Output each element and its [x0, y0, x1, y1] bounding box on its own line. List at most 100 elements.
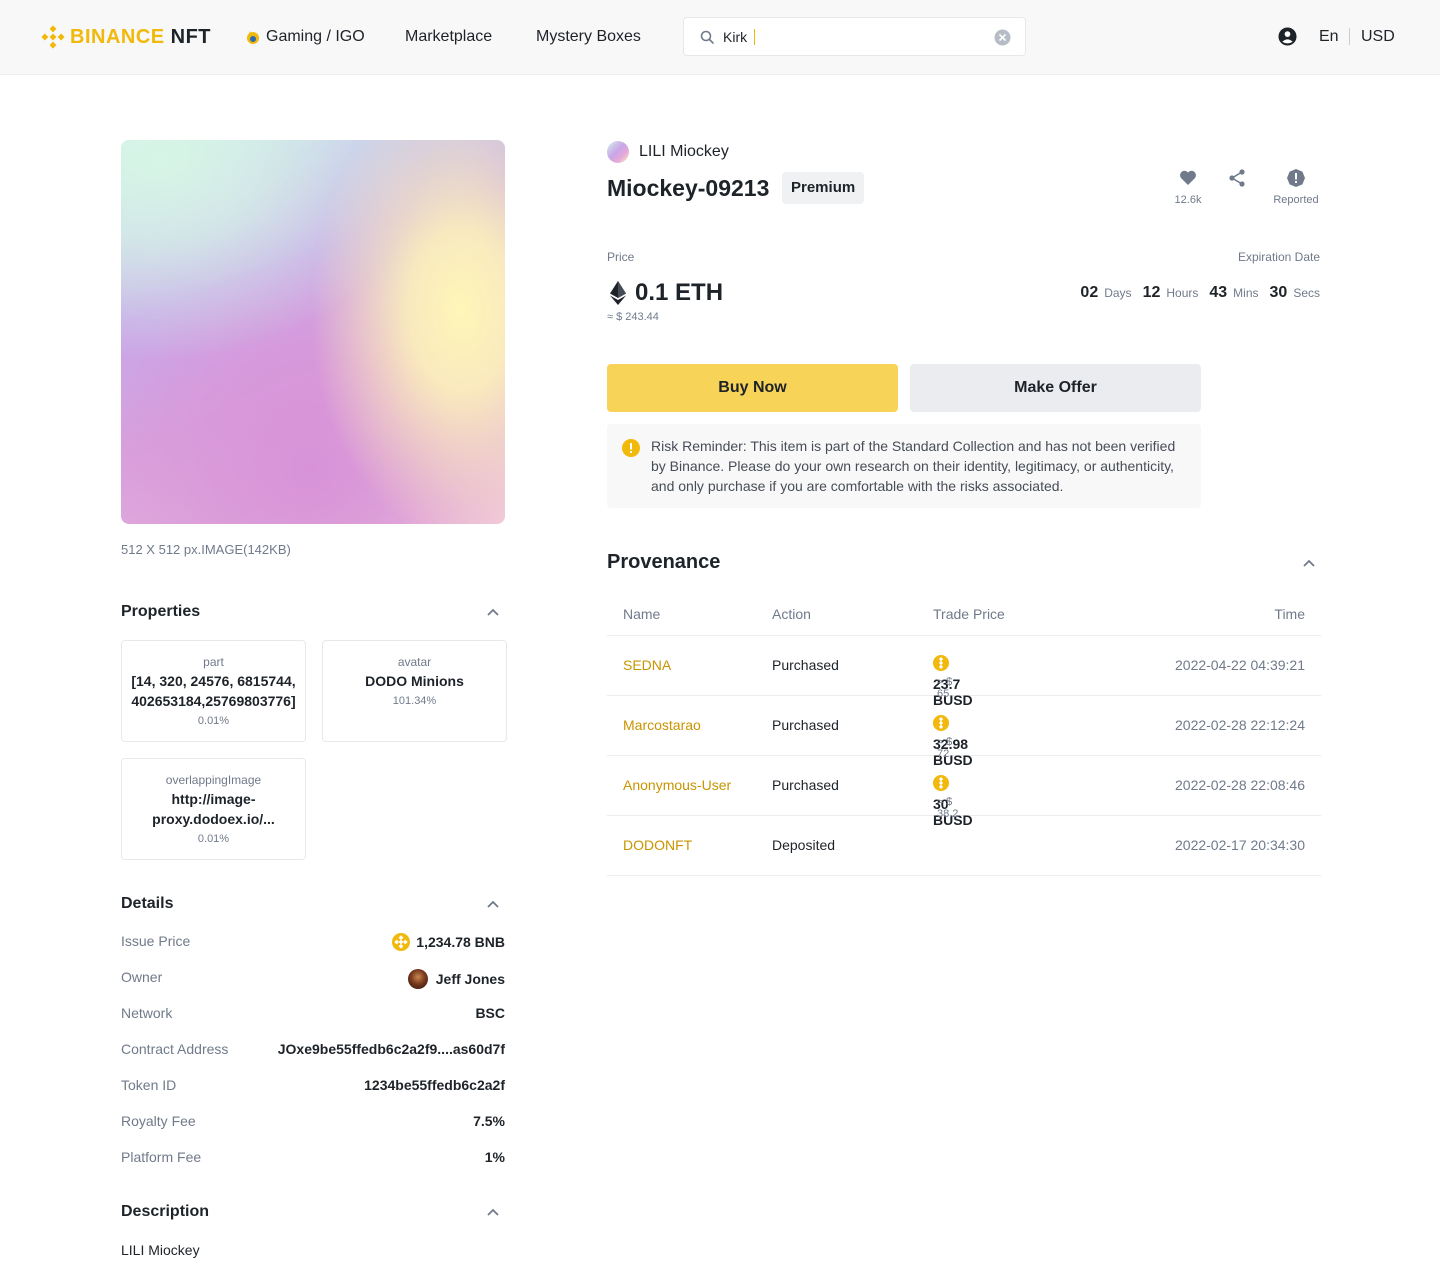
user-icon[interactable]: [1278, 27, 1297, 46]
detail-value: BSC: [475, 1005, 505, 1021]
property-label: avatar: [397, 655, 432, 669]
price: 0.1 ETH: [607, 279, 723, 307]
busd-coin-icon: [933, 655, 949, 671]
description-title: Description: [121, 1203, 210, 1220]
countdown-secs: 30: [1269, 284, 1288, 301]
row-price: 32.98 BUSD ≈ $ 72: [933, 715, 973, 768]
property-card-part[interactable]: part [14, 320, 24576, 6815744, 402653184…: [121, 640, 306, 742]
row-action: Deposited: [772, 837, 836, 853]
property-card-avatar[interactable]: avatar DODO Minions 101.34%: [322, 640, 507, 742]
price-value: 0.1 ETH: [635, 279, 724, 306]
detail-label: Network: [121, 1005, 173, 1021]
row-action: Purchased: [772, 777, 839, 793]
property-value: DODO Minions: [365, 673, 464, 689]
countdown-hours: 12: [1142, 284, 1161, 301]
property-value: [14, 320, 24576, 6815744, 402653184,2576…: [131, 673, 296, 709]
busd-coin-icon: [933, 715, 949, 731]
report-button[interactable]: Reported: [1268, 168, 1324, 206]
collection-name: LILI Miockey: [639, 143, 729, 160]
collection-link[interactable]: LILI Miockey: [607, 141, 729, 163]
provenance-table: Name Action Trade Price Time SEDNA Purch…: [607, 594, 1321, 876]
property-rarity: 101.34%: [392, 695, 437, 707]
like-count: 12.6k: [1174, 194, 1202, 206]
details-title: Details: [121, 895, 174, 912]
countdown-unit: Hours: [1166, 286, 1199, 300]
search-box: [683, 17, 1026, 56]
property-value: http://image-proxy.dodoex.io/...: [152, 791, 275, 827]
row-action: Purchased: [772, 657, 839, 673]
detail-value[interactable]: JOxe9be55ffedb6c2a2f9....as60d7f: [278, 1041, 505, 1057]
share-icon: [1229, 169, 1245, 187]
row-user-link[interactable]: SEDNA: [623, 657, 671, 673]
binance-logo-icon: [41, 25, 65, 49]
make-offer-button[interactable]: Make Offer: [910, 364, 1201, 412]
description-text: LILI Miockey: [121, 1242, 200, 1258]
detail-label: Contract Address: [121, 1041, 229, 1057]
detail-value: 7.5%: [473, 1113, 505, 1129]
nft-title: Miockey-09213: [607, 175, 770, 201]
property-label: part: [203, 655, 224, 669]
nav-mystery-boxes[interactable]: Mystery Boxes: [536, 26, 641, 48]
row-user-link[interactable]: DODONFT: [623, 837, 692, 853]
detail-value: 1234be55ffedb6c2a2f: [364, 1077, 505, 1093]
clear-icon[interactable]: [994, 29, 1011, 46]
countdown-unit: Days: [1104, 286, 1132, 300]
property-rarity: 0.01%: [197, 833, 230, 845]
price-label: Price: [607, 250, 635, 264]
currency-selector[interactable]: USD: [1361, 28, 1395, 46]
logo-nft-text: NFT: [170, 25, 212, 48]
row-user-link[interactable]: Marcostarao: [623, 717, 701, 733]
row-user-link[interactable]: Anonymous-User: [623, 777, 731, 793]
share-button[interactable]: [1226, 168, 1248, 194]
column-header-name: Name: [623, 606, 661, 622]
detail-label: Issue Price: [121, 933, 191, 949]
countdown-unit: Secs: [1293, 286, 1320, 300]
risk-reminder: Risk Reminder: This item is part of the …: [607, 424, 1201, 508]
detail-value: 1%: [484, 1149, 505, 1165]
expiration-label: Expiration Date: [1237, 250, 1320, 264]
table-row: Anonymous-User Purchased 30 BUSD ≈ $ 38.…: [607, 756, 1321, 828]
nav-gaming-igo[interactable]: Gaming / IGO: [245, 26, 365, 48]
row-price: 23.7 BUSD ≈ $ 65: [933, 655, 973, 708]
detail-row-owner: Owner Jeff Jones: [121, 969, 505, 989]
chevron-up-icon[interactable]: [1303, 559, 1315, 567]
detail-label: Royalty Fee: [121, 1113, 196, 1129]
detail-row-platform-fee: Platform Fee 1%: [121, 1149, 505, 1169]
logo-brand-text: BINANCE: [70, 25, 165, 48]
chevron-up-icon[interactable]: [487, 608, 499, 616]
countdown-mins: 43: [1209, 284, 1228, 301]
table-row: DODONFT Deposited 2022-02-17 20:34:30: [607, 816, 1321, 876]
chevron-up-icon[interactable]: [487, 900, 499, 908]
language-selector[interactable]: En: [1319, 28, 1339, 46]
like-button[interactable]: 12.6k: [1170, 168, 1206, 206]
buy-now-button[interactable]: Buy Now: [607, 364, 898, 412]
property-label: overlappingImage: [165, 773, 262, 787]
search-input[interactable]: [723, 28, 985, 45]
fire-icon: [247, 31, 259, 44]
top-nav-bar: BINANCE NFT Gaming / IGO Marketplace Myst…: [0, 0, 1440, 75]
detail-value: 1,234.78 BNB: [416, 934, 505, 950]
row-action: Purchased: [772, 717, 839, 733]
expiration-countdown: 02 Days 12 Hours 43 Mins 30 Secs: [1080, 284, 1320, 302]
report-icon: [1287, 169, 1305, 187]
risk-text: Risk Reminder: This item is part of the …: [651, 438, 1176, 494]
row-time: 2022-02-28 22:08:46: [1175, 777, 1305, 793]
detail-label: Token ID: [121, 1077, 177, 1093]
nav-marketplace[interactable]: Marketplace: [405, 26, 492, 48]
row-time: 2022-02-28 22:12:24: [1175, 717, 1305, 733]
property-card-overlapping-image[interactable]: overlappingImage http://image-proxy.dodo…: [121, 758, 306, 860]
binance-nft-logo[interactable]: BINANCE NFT: [40, 24, 211, 50]
column-header-action: Action: [772, 606, 811, 622]
search-icon: [700, 30, 714, 44]
column-header-time: Time: [1274, 606, 1305, 622]
countdown-unit: Mins: [1233, 286, 1259, 300]
nft-image[interactable]: [121, 140, 505, 524]
owner-avatar: [407, 969, 428, 989]
table-header: Name Action Trade Price Time: [607, 594, 1321, 636]
chevron-up-icon[interactable]: [487, 1208, 499, 1216]
row-price: 30 BUSD ≈ $ 38.2: [933, 775, 973, 828]
eth-icon: [610, 281, 626, 305]
detail-row-contract-address: Contract Address JOxe9be55ffedb6c2a2f9..…: [121, 1041, 505, 1061]
detail-row-royalty-fee: Royalty Fee 7.5%: [121, 1113, 505, 1133]
provenance-title: Provenance: [607, 551, 721, 573]
